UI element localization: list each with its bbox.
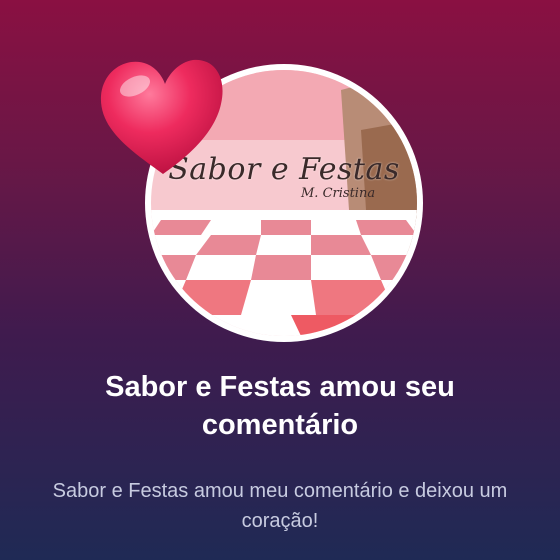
heart-icon bbox=[93, 52, 229, 182]
notification-message: Sabor e Festas amou meu comentário e dei… bbox=[52, 480, 508, 532]
avatar-sub-text: M. Cristina bbox=[301, 186, 376, 201]
notification-title: Sabor e Festas amou seu comentário bbox=[105, 371, 455, 441]
